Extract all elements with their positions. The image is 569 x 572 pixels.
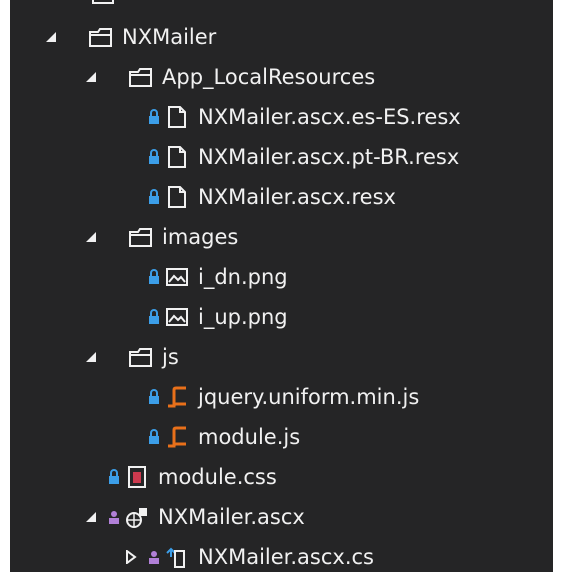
tree-item-nxmailer-pt-br-resx[interactable]: NXMailer.ascx.pt-BR.resx [10,137,553,177]
tree-item-label: NXMailer.ascx.resx [198,185,396,209]
folder-icon [88,24,114,50]
lock-icon [108,469,122,485]
tree-item-nxmailer-ascx[interactable]: NXMailer.ascx [10,497,553,537]
tree-item-js-folder[interactable]: js [10,337,553,377]
lock-icon [148,149,162,165]
tree-item-nxmailer-ascx-cs[interactable]: NXMailer.ascx.cs [10,537,553,572]
tree-item-label: module.css [158,465,277,489]
solution-explorer-tree: NXMailer App_LocalResources NXMailer.asc… [10,0,553,572]
folder-icon [128,64,154,90]
file-icon [164,144,190,170]
tree-item-i-dn-png[interactable]: i_dn.png [10,257,553,297]
javascript-file-icon [164,424,190,450]
file-icon [164,104,190,130]
tree-item-label: i_up.png [198,305,288,329]
tree-item-label: NXMailer.ascx.es-ES.resx [198,105,461,129]
tree-item-label: module.js [198,425,301,449]
web-user-control-icon [124,504,150,530]
tree-item-label: NXMailer.ascx.cs [198,545,374,569]
file-icon [164,184,190,210]
tree-item-nxmailer-es-es-resx[interactable]: NXMailer.ascx.es-ES.resx [10,97,553,137]
javascript-file-icon [164,384,190,410]
tree-item-label: App_LocalResources [162,65,376,89]
tree-item-label: jquery.uniform.min.js [198,385,420,409]
folder-icon [128,344,154,370]
image-icon [164,264,190,290]
tree-item-jquery-uniform-min-js[interactable]: jquery.uniform.min.js [10,377,553,417]
tree-item-images-folder[interactable]: images [10,217,553,257]
lock-icon [148,269,162,285]
expand-arrow-icon[interactable] [80,71,102,83]
tree-item-app-localresources-folder[interactable]: App_LocalResources [10,57,553,97]
expand-arrow-icon[interactable] [80,351,102,363]
user-lock-icon [108,510,122,524]
css-file-icon [124,464,150,490]
tree-item-clipped[interactable] [10,0,553,14]
tree-item-label: images [162,225,239,249]
collapsed-arrow-icon[interactable] [120,550,142,564]
tree-item-module-css[interactable]: module.css [10,457,553,497]
tree-item-label: js [162,345,179,369]
lock-icon [148,109,162,125]
csharp-file-icon [164,544,190,570]
lock-icon [148,389,162,405]
folder-icon [90,0,116,7]
tree-item-nxmailer-folder[interactable]: NXMailer [10,17,553,57]
expand-arrow-icon[interactable] [80,511,102,523]
tree-item-i-up-png[interactable]: i_up.png [10,297,553,337]
lock-icon [148,309,162,325]
lock-icon [148,429,162,445]
expand-arrow-icon[interactable] [40,31,62,43]
expand-arrow-icon[interactable] [80,231,102,243]
tree-item-label: NXMailer [122,25,217,49]
folder-icon [128,224,154,250]
image-icon [164,304,190,330]
tree-item-label: NXMailer.ascx [158,505,305,529]
lock-icon [148,189,162,205]
tree-item-module-js[interactable]: module.js [10,417,553,457]
tree-item-nxmailer-resx[interactable]: NXMailer.ascx.resx [10,177,553,217]
tree-item-label: i_dn.png [198,265,288,289]
tree-item-label: NXMailer.ascx.pt-BR.resx [198,145,460,169]
user-lock-icon [148,550,162,564]
